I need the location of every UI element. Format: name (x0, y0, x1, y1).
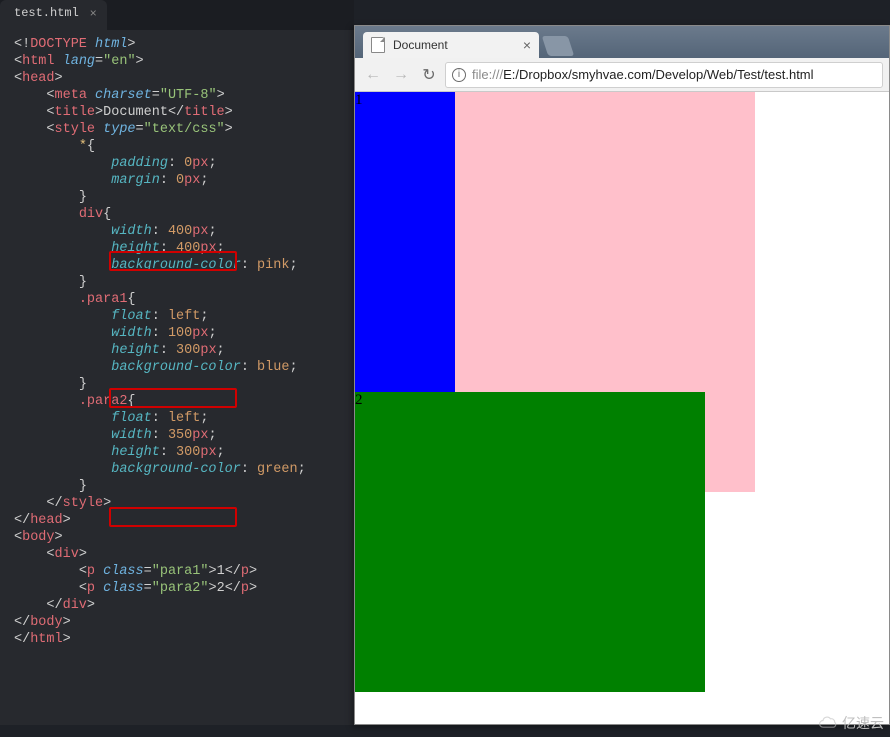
para2-label: 2 (355, 392, 363, 408)
browser-tab-title: Document (393, 38, 448, 52)
url-path: E:/Dropbox/smyhvae.com/Develop/Web/Test/… (503, 67, 813, 82)
browser-tab-strip: Document × (355, 26, 889, 58)
para1-box: 1 (355, 92, 455, 392)
browser-toolbar: ← → ↻ i file:///E:/Dropbox/smyhvae.com/D… (355, 58, 889, 92)
address-bar[interactable]: i file:///E:/Dropbox/smyhvae.com/Develop… (445, 62, 883, 88)
reload-icon: ↻ (422, 65, 435, 85)
code-area[interactable]: <!DOCTYPE html> <html lang="en"> <head> … (0, 30, 354, 648)
close-icon[interactable]: × (523, 37, 531, 53)
forward-button[interactable]: → (389, 63, 413, 87)
editor-tab[interactable]: test.html × (0, 0, 107, 30)
editor-tab-bar: test.html × (0, 0, 354, 30)
para1-label: 1 (355, 92, 363, 108)
close-icon[interactable]: × (90, 7, 97, 21)
arrow-right-icon: → (393, 66, 409, 84)
browser-window: Document × ← → ↻ i file:///E:/Dropbox/sm… (354, 25, 890, 725)
browser-tab[interactable]: Document × (363, 32, 539, 58)
rendered-page: 1 2 (355, 92, 889, 724)
page-icon (371, 37, 385, 53)
para2-box: 2 (355, 392, 705, 692)
reload-button[interactable]: ↻ (417, 63, 441, 87)
new-tab-button[interactable] (542, 36, 574, 56)
url-scheme: file:/// (472, 67, 503, 82)
back-button[interactable]: ← (361, 63, 385, 87)
info-icon: i (452, 68, 466, 82)
code-editor-pane: test.html × <!DOCTYPE html> <html lang="… (0, 0, 354, 725)
code-text: <!DOCTYPE html> <html lang="en"> <head> … (0, 36, 354, 648)
editor-tab-title: test.html (14, 6, 79, 20)
arrow-left-icon: ← (365, 66, 381, 84)
